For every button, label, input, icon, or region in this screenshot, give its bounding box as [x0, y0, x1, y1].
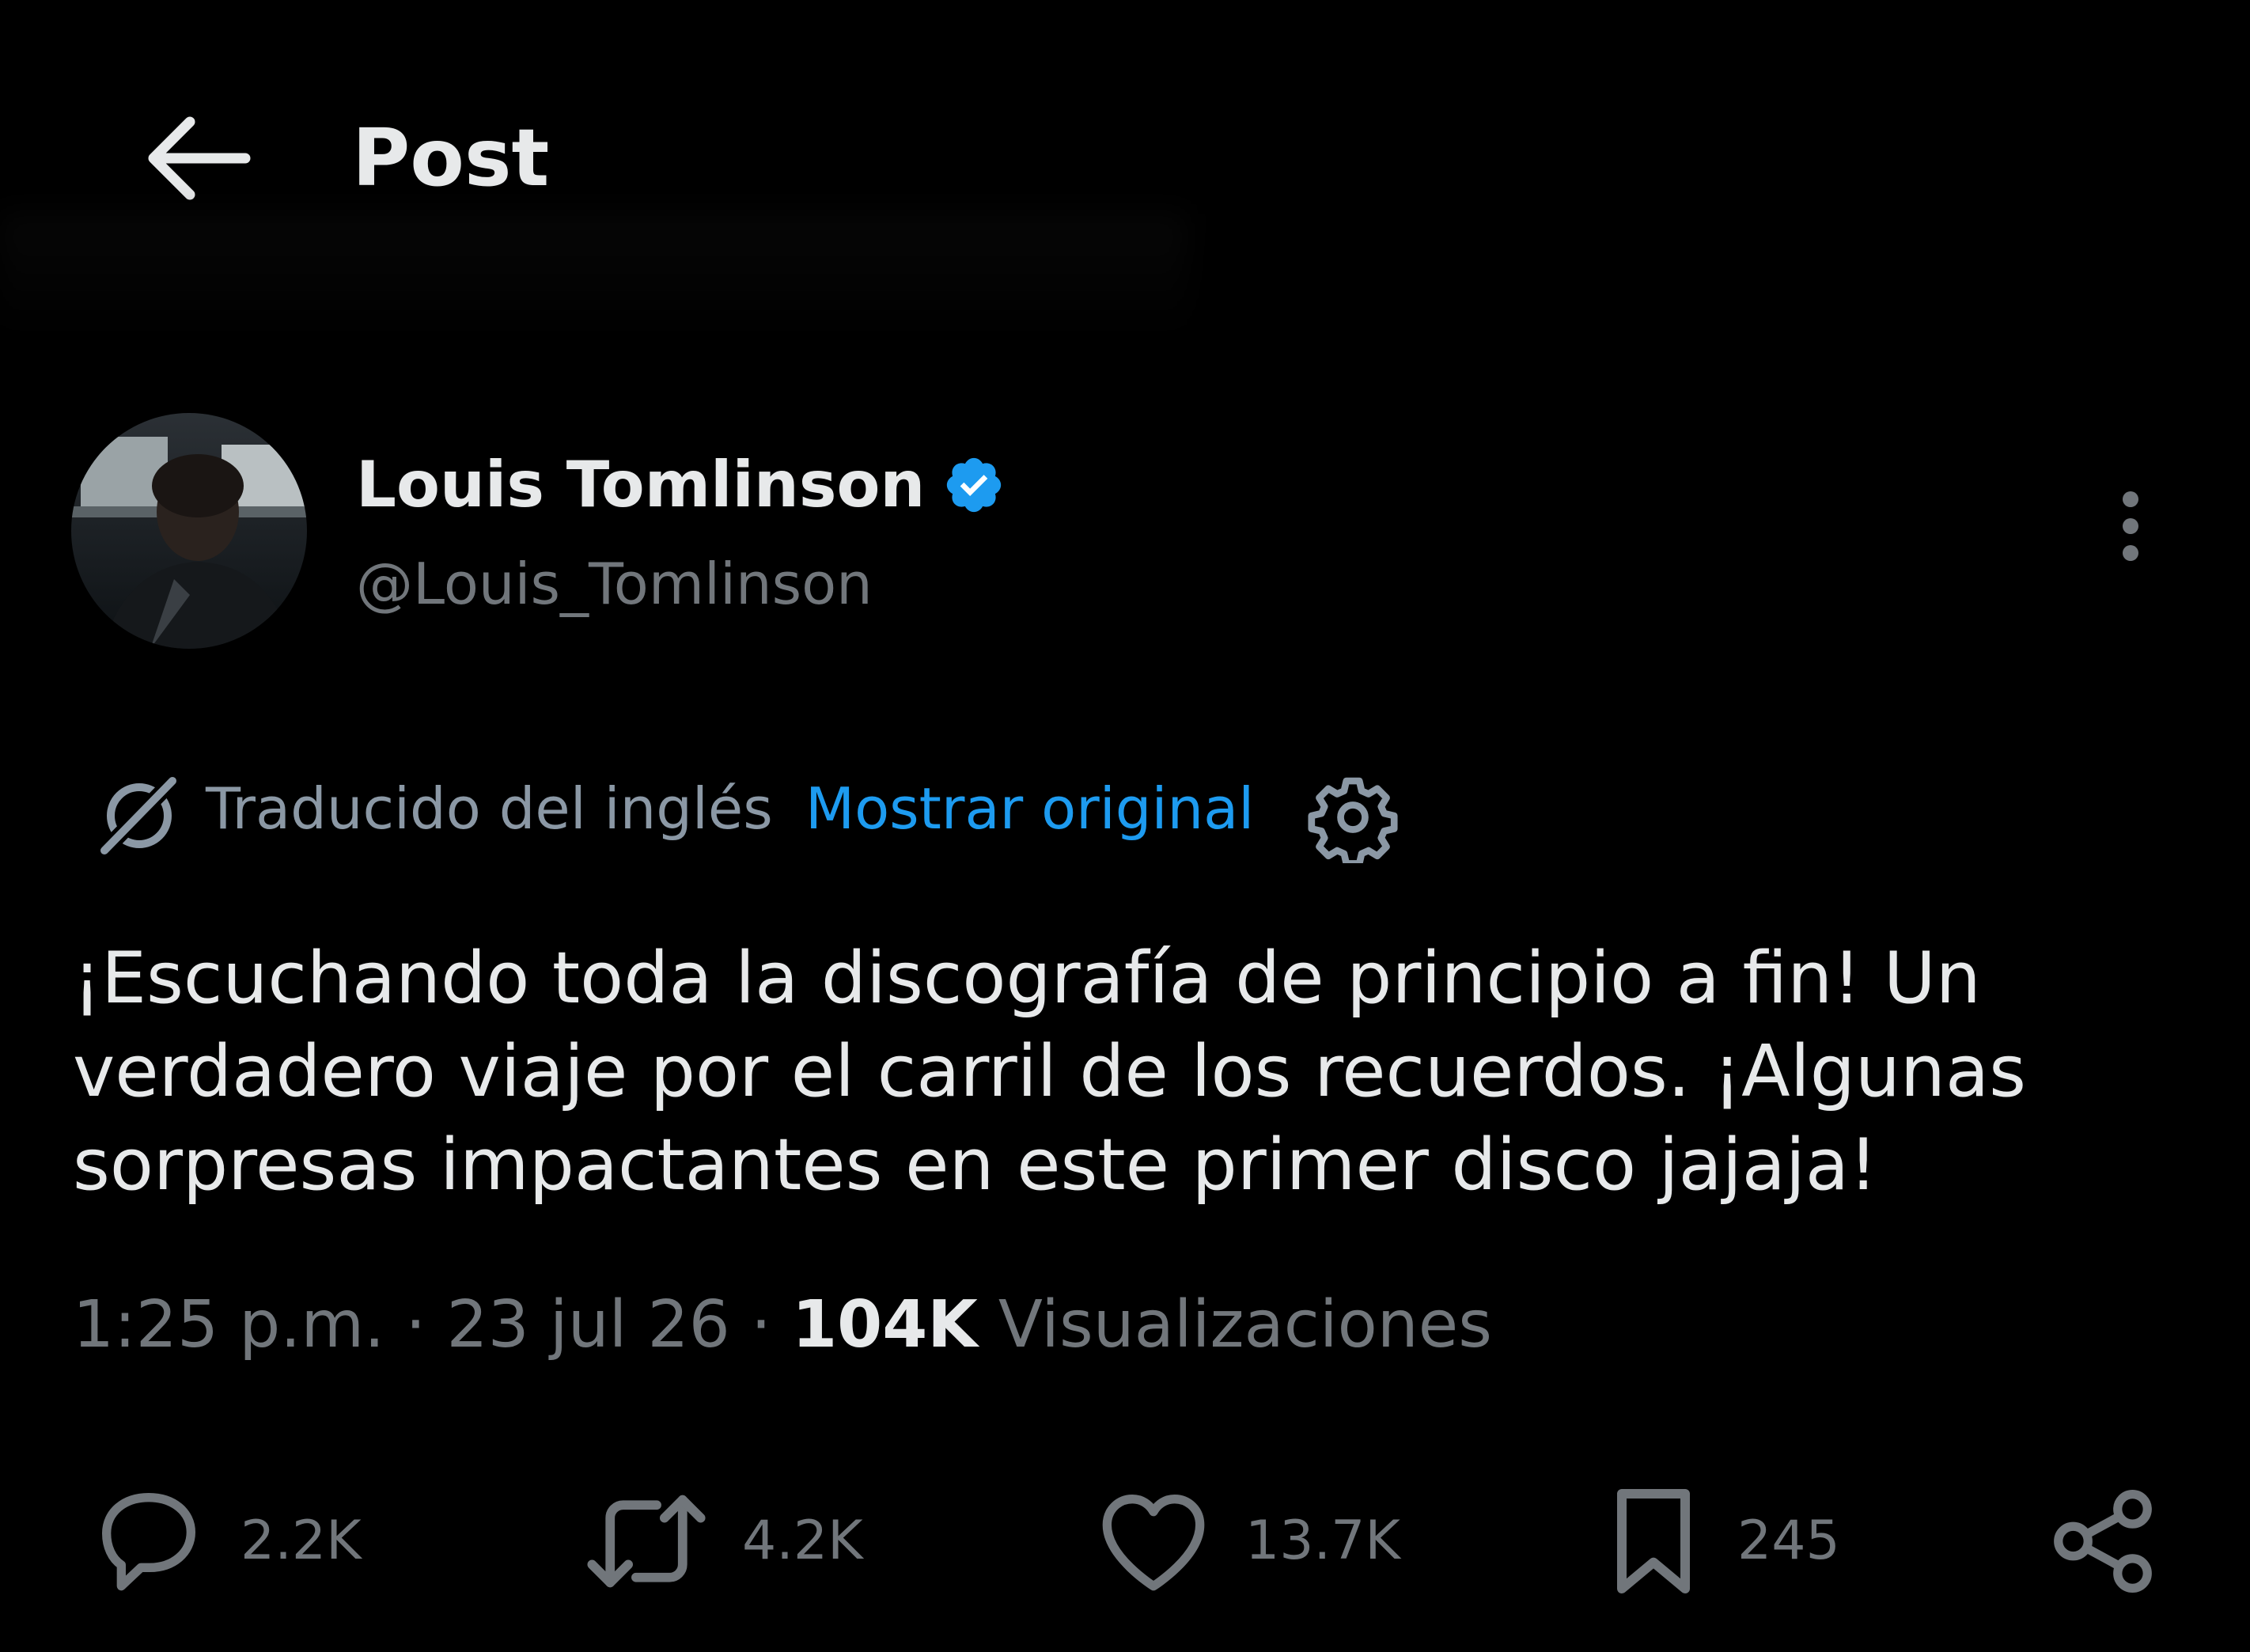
page-title: Post [352, 112, 550, 204]
show-original-link[interactable]: Mostrar original [805, 769, 1254, 848]
bookmark-icon [1617, 1489, 1690, 1593]
arrow-left-icon [148, 116, 251, 200]
reply-icon [102, 1493, 195, 1591]
display-name-text: Louis Tomlinson [356, 448, 926, 521]
post-text: ¡Escuchando toda la discografía de princ… [73, 937, 2026, 1207]
user-handle[interactable]: @Louis_Tomlinson [356, 544, 873, 623]
header-shadow [0, 214, 1187, 340]
reply-count: 2.2K [241, 1510, 362, 1572]
meta-separator: · [750, 1287, 772, 1362]
reply-button[interactable]: 2.2K [85, 1478, 362, 1605]
repost-count: 4.2K [742, 1510, 863, 1572]
share-button[interactable] [2040, 1478, 2166, 1605]
share-icon [2054, 1490, 2152, 1593]
like-count: 13.7K [1245, 1510, 1400, 1572]
post-meta: 1:25 p.m. · 23 jul 26 · 104K Visualizaci… [73, 1278, 1492, 1373]
views-count[interactable]: 104K [792, 1287, 978, 1362]
display-name[interactable]: Louis Tomlinson [356, 443, 1006, 526]
more-dot [2123, 545, 2138, 561]
back-button[interactable] [119, 95, 277, 222]
like-button[interactable]: 13.7K [1090, 1478, 1400, 1605]
more-options-button[interactable] [2095, 483, 2166, 570]
avatar[interactable] [71, 413, 307, 649]
post-date[interactable]: 23 jul 26 [447, 1287, 730, 1362]
more-vertical-icon [2123, 491, 2138, 507]
translated-label: Traducido del inglés [206, 775, 773, 842]
heart-icon [1102, 1495, 1205, 1591]
views-label: Visualizaciones [998, 1287, 1492, 1362]
bookmark-count: 245 [1737, 1510, 1840, 1572]
meta-separator: · [405, 1287, 426, 1362]
gear-icon[interactable] [1307, 771, 1399, 867]
more-dot [2123, 518, 2138, 534]
repost-icon [587, 1495, 706, 1588]
avatar-photo [71, 413, 307, 649]
repost-button[interactable]: 4.2K [579, 1478, 863, 1605]
post-time[interactable]: 1:25 p.m. [73, 1287, 384, 1362]
verified-badge-icon [942, 453, 1006, 517]
translate-icon [93, 771, 180, 858]
bookmark-button[interactable]: 245 [1598, 1478, 1840, 1605]
